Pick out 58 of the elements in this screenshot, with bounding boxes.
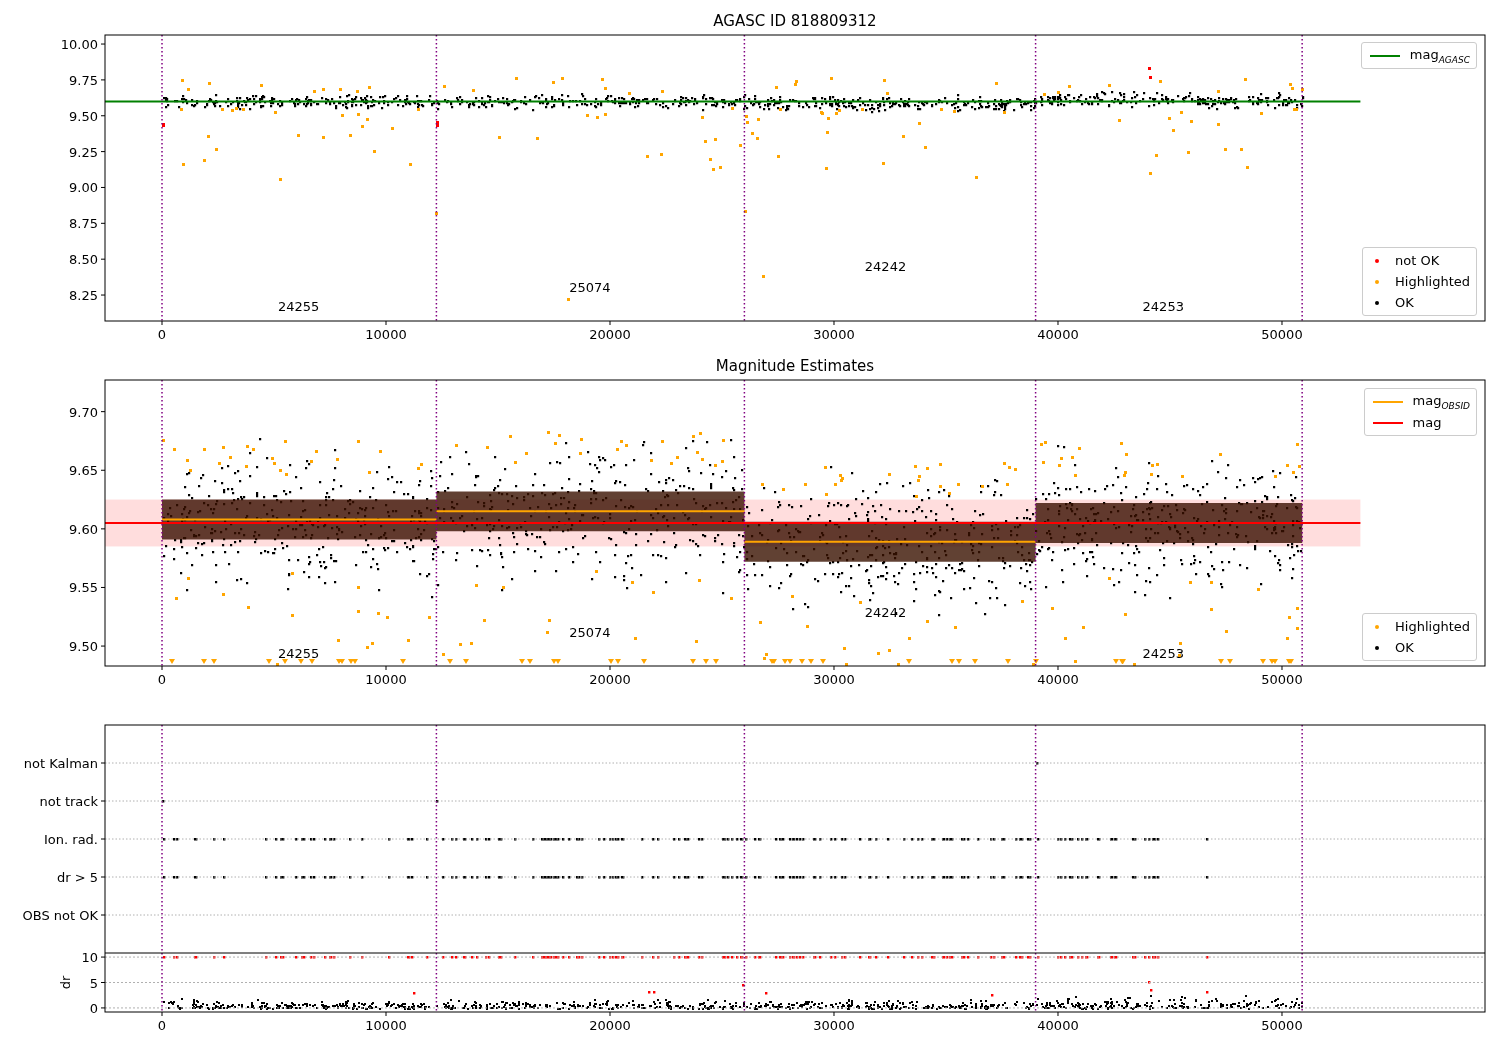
tick-label: 9.50 xyxy=(69,639,98,655)
tick-label: 30000 xyxy=(813,672,855,687)
legend-label: Highlighted xyxy=(1395,274,1470,289)
legend-label: mag$_{OBSID}$ xyxy=(1412,392,1470,411)
obsid-label: 24242 xyxy=(864,258,907,274)
legend-label: OK xyxy=(1395,295,1414,310)
legend-label: not OK xyxy=(1395,253,1440,268)
axis-label: dr xyxy=(58,975,73,990)
tick-label: 5 xyxy=(89,975,98,991)
tick-label: 40000 xyxy=(1037,1018,1079,1033)
tick-label: 40000 xyxy=(1037,327,1079,342)
tick-label: 8.25 xyxy=(69,288,98,304)
tick-label: 30000 xyxy=(813,327,855,342)
tick-label: 8.50 xyxy=(69,252,98,268)
tick-label: 10 xyxy=(81,953,98,966)
tick-label: 10000 xyxy=(365,1018,407,1033)
tick-label: 50000 xyxy=(1261,327,1303,342)
legend-label: mag xyxy=(1412,415,1442,430)
tick-label: 10000 xyxy=(365,327,407,342)
tick-label: 9.65 xyxy=(69,463,98,479)
obsid-label: 24253 xyxy=(1142,298,1184,314)
tick-label: 9.75 xyxy=(69,72,98,88)
tick-label: 40000 xyxy=(1037,672,1079,687)
tick-label: OBS not OK xyxy=(22,908,98,923)
tick-label: 9.00 xyxy=(69,180,98,196)
tick-label: Ion. rad. xyxy=(44,832,98,847)
tick-label: 0 xyxy=(157,672,167,687)
tick-label: 0 xyxy=(89,1000,98,1016)
obsid-label: 24253 xyxy=(1142,645,1184,661)
tick-label: 50000 xyxy=(1261,1018,1303,1033)
tick-label: 20000 xyxy=(589,327,631,342)
tick-label: dr > 5 xyxy=(56,870,98,885)
obsid-label: 25074 xyxy=(569,280,611,296)
tick-label: 9.25 xyxy=(69,144,98,160)
tick-label: 10.00 xyxy=(60,37,98,53)
tick-label: 9.70 xyxy=(69,404,98,420)
tick-label: 0 xyxy=(157,1018,167,1033)
tick-label: 20000 xyxy=(589,672,631,687)
tick-label: 10000 xyxy=(365,672,407,687)
tick-label: 20000 xyxy=(589,1018,631,1033)
tick-label: 0 xyxy=(157,327,167,342)
legend-label: OK xyxy=(1395,640,1414,655)
chart-title: AGASC ID 818809312 xyxy=(713,12,877,30)
tick-label: 30000 xyxy=(813,1018,855,1033)
obsid-label: 24255 xyxy=(277,298,320,314)
tick-label: 9.60 xyxy=(69,521,98,537)
tick-label: 9.50 xyxy=(69,108,98,124)
tick-label: not track xyxy=(39,794,98,809)
obsid-label: 24255 xyxy=(277,645,320,661)
tick-label: 9.55 xyxy=(69,580,98,596)
legend-label: mag$_{AGASC}$ xyxy=(1409,46,1470,65)
chart-title: Magnitude Estimates xyxy=(715,357,875,375)
tick-label: 50000 xyxy=(1261,672,1303,687)
obsid-label: 24242 xyxy=(864,604,907,620)
obsid-label: 25074 xyxy=(569,624,611,640)
tick-label: 8.75 xyxy=(69,216,98,232)
legend-label: Highlighted xyxy=(1395,619,1470,634)
tick-label: not Kalman xyxy=(23,756,98,771)
